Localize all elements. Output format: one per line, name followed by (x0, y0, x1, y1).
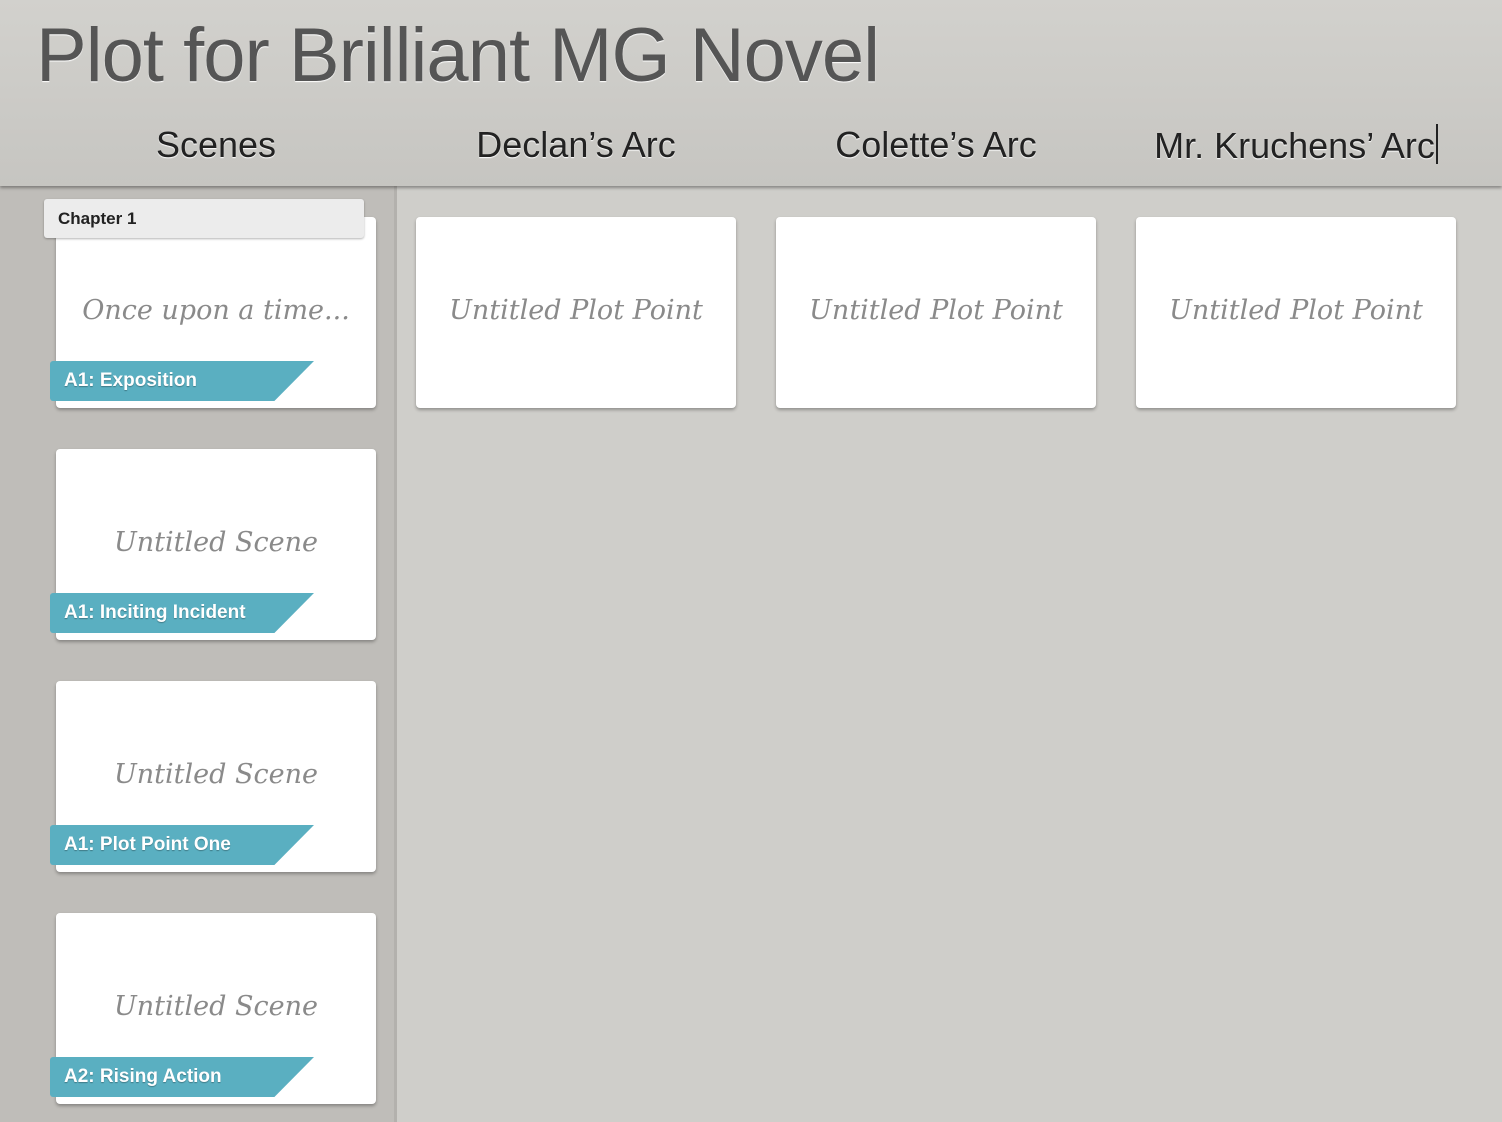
scene-title: Untitled Scene (114, 991, 318, 1022)
chapter-header[interactable]: Chapter 1 (44, 199, 364, 238)
scene-card[interactable]: Untitled Scene A2: Rising Action (50, 913, 376, 1104)
column-header-colette-arc[interactable]: Colette’s Arc (756, 124, 1116, 166)
beat-tag[interactable]: A1: Exposition (50, 361, 314, 401)
plot-point-card-kruchens[interactable]: Untitled Plot Point (1136, 217, 1456, 408)
beat-tag-label: A1: Plot Point One (64, 834, 231, 855)
plot-point-title: Untitled Plot Point (449, 295, 703, 326)
column-header-kruchens-arc[interactable]: Mr. Kruchens’ Arc (1116, 124, 1476, 167)
scene-card[interactable]: Untitled Scene A1: Inciting Incident (50, 449, 376, 640)
column-header-kruchens-arc-text[interactable]: Mr. Kruchens’ Arc (1154, 125, 1435, 166)
text-cursor (1435, 124, 1438, 164)
header: Plot for Brilliant MG Novel Scenes Decla… (0, 0, 1502, 186)
plot-point-card-declan[interactable]: Untitled Plot Point (416, 217, 736, 408)
scene-title: Untitled Scene (114, 527, 318, 558)
beat-tag-label: A2: Rising Action (64, 1066, 222, 1087)
scene-card[interactable]: Untitled Scene A1: Plot Point One (50, 681, 376, 872)
chapter-label: Chapter 1 (58, 209, 137, 228)
scene-card[interactable]: Once upon a time... A1: Exposition (50, 217, 376, 408)
page-title[interactable]: Plot for Brilliant MG Novel (36, 12, 880, 99)
plot-point-title: Untitled Plot Point (809, 295, 1063, 326)
beat-tag-label: A1: Exposition (64, 370, 198, 391)
beat-tag[interactable]: A2: Rising Action (50, 1057, 314, 1097)
column-header-scenes[interactable]: Scenes (36, 124, 396, 166)
scene-title: Once upon a time... (82, 295, 350, 326)
plot-point-card-colette[interactable]: Untitled Plot Point (776, 217, 1096, 408)
beat-tag[interactable]: A1: Plot Point One (50, 825, 314, 865)
scene-title: Untitled Scene (114, 759, 318, 790)
plot-point-title: Untitled Plot Point (1169, 295, 1423, 326)
column-header-declan-arc[interactable]: Declan’s Arc (396, 124, 756, 166)
beat-tag[interactable]: A1: Inciting Incident (50, 593, 314, 633)
beat-tag-label: A1: Inciting Incident (64, 602, 246, 623)
